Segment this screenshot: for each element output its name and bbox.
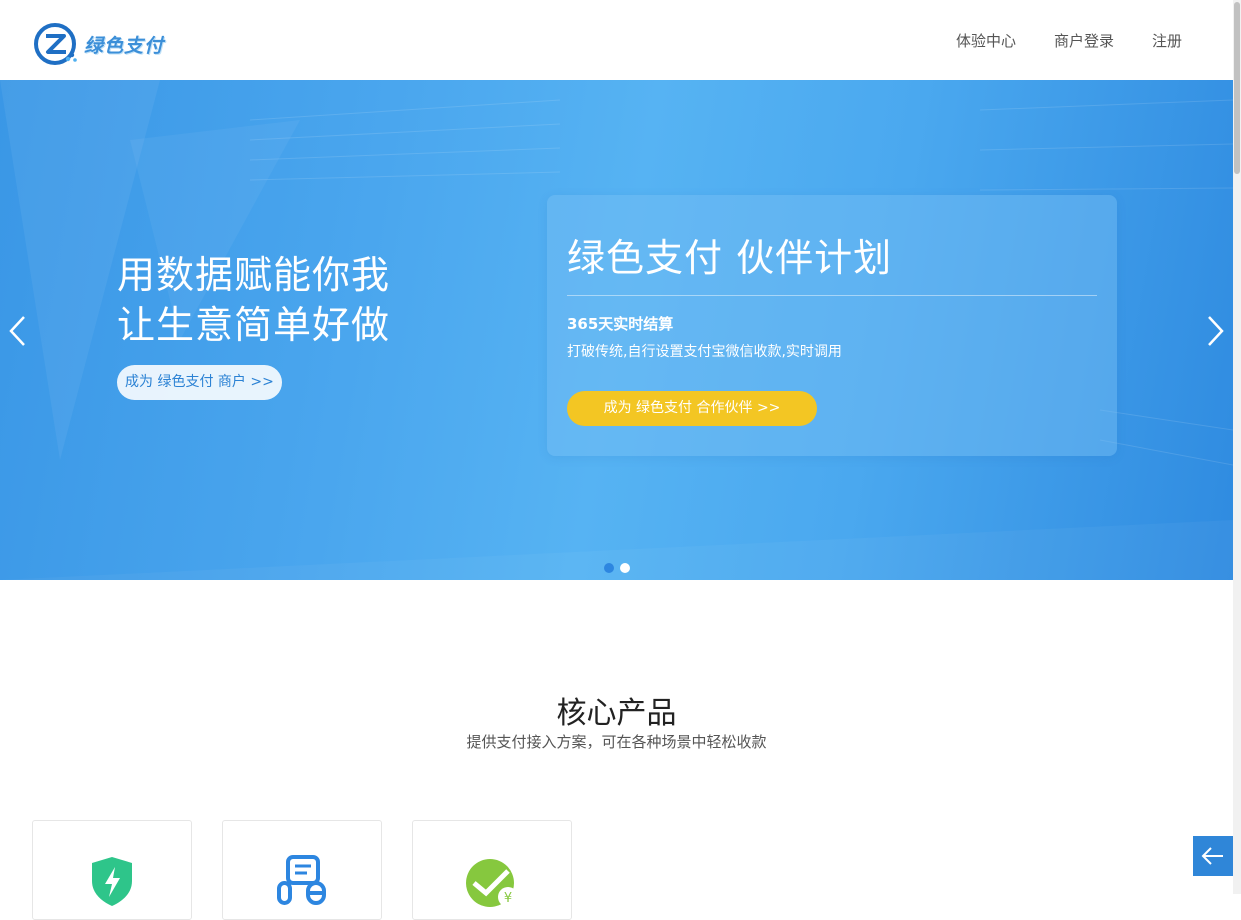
- product-card-3[interactable]: ¥: [412, 820, 572, 920]
- headline-line-2: 让生意简单好做: [117, 303, 391, 347]
- svg-text:¥: ¥: [504, 891, 512, 906]
- back-button[interactable]: [1193, 836, 1233, 876]
- partner-description: 打破传统,自行设置支付宝微信收款,实时调用: [567, 344, 842, 360]
- carousel-prev-icon[interactable]: [6, 313, 30, 349]
- products-subtitle: 提供支付接入方案，可在各种场景中轻松收款: [466, 733, 767, 751]
- hero-banner: 用数据赋能你我 让生意简单好做 成为 绿色支付 商户 >> 绿色支付 伙伴计划 …: [0, 80, 1233, 580]
- carousel-dot-1[interactable]: [604, 563, 614, 573]
- carousel-next-icon[interactable]: [1203, 313, 1227, 349]
- nav-register[interactable]: 注册: [1152, 30, 1182, 52]
- product-card-2[interactable]: [222, 820, 382, 920]
- main-nav: 体验中心 商户登录 注册: [918, 30, 1182, 52]
- carousel-dot-2[interactable]: [620, 563, 630, 573]
- products-title: 核心产品: [556, 696, 677, 731]
- become-merchant-button[interactable]: 成为 绿色支付 商户 >>: [117, 365, 282, 400]
- blue-document-link-icon: [277, 855, 326, 905]
- logo[interactable]: 绿色支付: [34, 22, 164, 66]
- logo-text: 绿色支付: [84, 34, 165, 57]
- page-scrollbar-thumb[interactable]: [1234, 2, 1240, 174]
- green-yen-check-icon: ¥: [466, 859, 518, 907]
- nav-merchant-login[interactable]: 商户登录: [1054, 30, 1114, 52]
- carousel-indicators: [604, 563, 636, 573]
- headline-line-1: 用数据赋能你我: [117, 253, 391, 297]
- partner-plan-title: 绿色支付 伙伴计划: [567, 236, 893, 280]
- logo-z-icon: [34, 23, 77, 65]
- become-partner-button[interactable]: 成为 绿色支付 合作伙伴 >>: [567, 391, 817, 426]
- green-shield-lightning-icon: [92, 857, 132, 906]
- banner-headline: 用数据赋能你我 让生意简单好做: [117, 250, 390, 350]
- arrow-left-icon: [1201, 847, 1223, 865]
- partner-subtitle: 365天实时结算: [567, 315, 674, 333]
- site-header: 绿色支付 体验中心 商户登录 注册: [0, 0, 1233, 80]
- partner-plan-card: 绿色支付 伙伴计划 365天实时结算 打破传统,自行设置支付宝微信收款,实时调用…: [547, 195, 1117, 456]
- partner-divider: [567, 295, 1097, 296]
- product-card-1[interactable]: [32, 820, 192, 920]
- nav-experience-center[interactable]: 体验中心: [956, 30, 1016, 52]
